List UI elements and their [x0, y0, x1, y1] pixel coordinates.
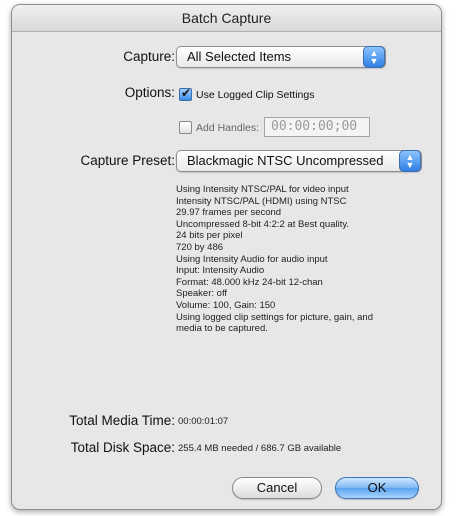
- preset-info-line: Using logged clip settings for picture, …: [176, 311, 373, 335]
- add-handles-label: Add Handles:: [196, 122, 260, 134]
- capture-popup[interactable]: All Selected Items ▲ ▼: [176, 46, 386, 68]
- dialog-content: Capture: All Selected Items ▲ ▼ Options: …: [12, 32, 441, 509]
- batch-capture-dialog: Batch Capture Capture: All Selected Item…: [11, 4, 442, 510]
- preset-info-line: Intensity NTSC/PAL (HDMI) using NTSC: [176, 195, 347, 207]
- use-logged-clip-settings-label: Use Logged Clip Settings: [196, 89, 315, 101]
- total-disk-space-label: Total Disk Space:: [70, 440, 175, 455]
- preset-info-line: 24 bits per pixel: [176, 230, 243, 242]
- preset-info-line: Using Intensity Audio for audio input: [176, 253, 328, 265]
- capture-preset-label: Capture Preset:: [80, 153, 175, 168]
- preset-info-line: 720 by 486: [176, 241, 224, 253]
- window-title: Batch Capture: [12, 5, 441, 32]
- preset-info-line: Volume: 100, Gain: 150: [176, 299, 276, 311]
- preset-info-line: Format: 48.000 kHz 24-bit 12-chan: [176, 276, 323, 288]
- use-logged-clip-settings-checkbox[interactable]: [179, 86, 192, 101]
- preset-info-line: Uncompressed 8-bit 4:2:2 at Best quality…: [176, 218, 350, 230]
- preset-info-line: Speaker: off: [176, 288, 228, 300]
- popup-arrows-icon: ▲ ▼: [399, 150, 421, 172]
- capture-popup-value: All Selected Items: [187, 49, 292, 64]
- preset-info-line: Input: Intensity Audio: [176, 265, 265, 277]
- total-disk-space-value: 255.4 MB needed / 686.7 GB available: [178, 443, 342, 454]
- preset-info-line: Using Intensity NTSC/PAL for video input: [176, 184, 349, 195]
- cancel-button[interactable]: Cancel: [232, 477, 322, 499]
- capture-label: Capture:: [123, 49, 175, 64]
- preset-info-text: Using Intensity NTSC/PAL for video input…: [176, 184, 396, 335]
- capture-preset-popup[interactable]: Blackmagic NTSC Uncompressed ▲ ▼: [176, 150, 422, 172]
- popup-arrows-icon: ▲ ▼: [363, 46, 385, 68]
- ok-button[interactable]: OK: [335, 477, 419, 499]
- preset-info-line: 29.97 frames per second: [176, 207, 282, 219]
- total-media-time-label: Total Media Time:: [69, 413, 175, 428]
- handles-timecode-field[interactable]: 00:00:00;00: [264, 117, 370, 137]
- capture-preset-popup-value: Blackmagic NTSC Uncompressed: [187, 153, 384, 168]
- total-media-time-value: 00:00:01:07: [178, 416, 229, 427]
- options-label: Options:: [124, 85, 175, 100]
- add-handles-checkbox[interactable]: [179, 121, 192, 134]
